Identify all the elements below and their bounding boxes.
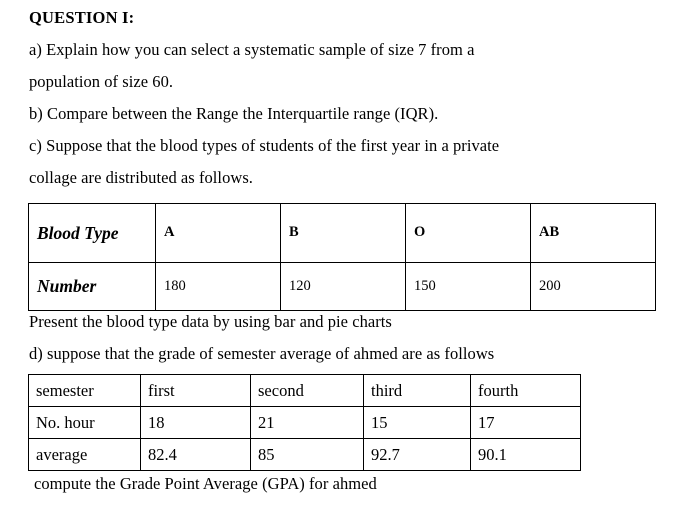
average-cell-first: 82.4 — [140, 438, 251, 471]
hours-cell-third: 15 — [363, 406, 471, 439]
number-cell-ab: 200 — [530, 262, 656, 311]
compute-instruction: compute the Grade Point Average (GPA) fo… — [34, 474, 377, 493]
average-cell-fourth: 90.1 — [470, 438, 581, 471]
number-cell-a: 180 — [155, 262, 281, 311]
semester-grade-table: semester first second third fourth No. h… — [28, 374, 581, 471]
average-cell-second: 85 — [250, 438, 364, 471]
blood-type-table: Blood Type A B O AB Number 180 120 150 2… — [28, 203, 656, 311]
semester-cell-third: third — [363, 374, 471, 407]
blood-type-row-label: Blood Type — [28, 203, 156, 263]
question-a-line1: a) Explain how you can select a systemat… — [29, 40, 475, 59]
page-title: QUESTION I: — [29, 8, 135, 27]
table-row: Number 180 120 150 200 — [28, 262, 656, 311]
number-cell-b: 120 — [280, 262, 406, 311]
number-cell-o: 150 — [405, 262, 531, 311]
blood-type-cell-o: O — [405, 203, 531, 263]
table-row: average 82.4 85 92.7 90.1 — [28, 438, 581, 471]
present-instruction: Present the blood type data by using bar… — [29, 312, 392, 331]
hours-cell-fourth: 17 — [470, 406, 581, 439]
number-row-label: Number — [28, 262, 156, 311]
table-row: No. hour 18 21 15 17 — [28, 406, 581, 439]
question-c-line1: c) Suppose that the blood types of stude… — [29, 136, 500, 155]
document-page: QUESTION I: a) Explain how you can selec… — [0, 0, 690, 508]
blood-type-cell-ab: AB — [530, 203, 656, 263]
hours-cell-first: 18 — [140, 406, 251, 439]
semester-cell-first: first — [140, 374, 251, 407]
question-d: d) suppose that the grade of semester av… — [29, 344, 495, 363]
question-c-line2: collage are distributed as follows. — [29, 168, 253, 187]
table-row: Blood Type A B O AB — [28, 203, 656, 263]
blood-type-cell-b: B — [280, 203, 406, 263]
semester-cell-fourth: fourth — [470, 374, 581, 407]
hours-row-label: No. hour — [28, 406, 141, 439]
question-a-line2: population of size 60. — [29, 72, 174, 91]
question-b: b) Compare between the Range the Interqu… — [29, 104, 439, 123]
semester-cell-second: second — [250, 374, 364, 407]
semester-row-label: semester — [28, 374, 141, 407]
average-cell-third: 92.7 — [363, 438, 471, 471]
blood-type-cell-a: A — [155, 203, 281, 263]
average-row-label: average — [28, 438, 141, 471]
table-row: semester first second third fourth — [28, 374, 581, 407]
hours-cell-second: 21 — [250, 406, 364, 439]
